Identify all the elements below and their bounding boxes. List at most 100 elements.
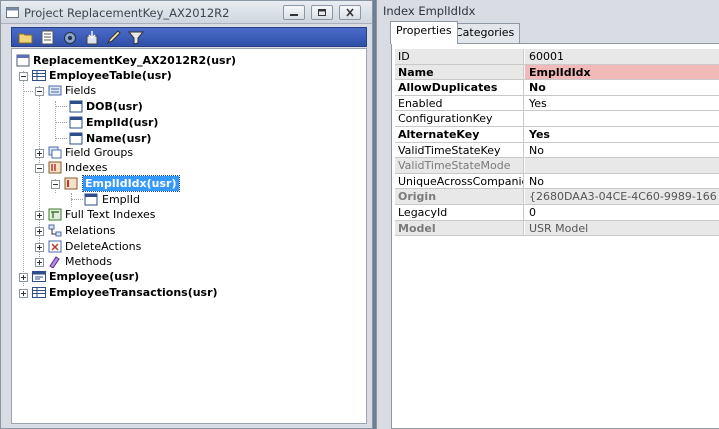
property-name: Model — [395, 220, 524, 236]
tree-node-methods[interactable]: Methods — [48, 254, 168, 269]
property-row-id[interactable]: ID 60001 — [395, 49, 719, 65]
tree-node-employee-table[interactable]: EmployeeTable(usr) — [32, 68, 232, 83]
expand-toggle[interactable] — [35, 149, 44, 158]
property-name: AlternateKey — [395, 126, 524, 142]
property-row-model[interactable]: Model USR Model — [395, 220, 719, 237]
collapse-toggle[interactable] — [19, 72, 28, 81]
property-value — [525, 158, 719, 173]
tree-label-field-groups: Field Groups — [65, 146, 134, 159]
tree-line — [71, 199, 83, 200]
index-icon — [64, 177, 78, 190]
property-value[interactable] — [525, 111, 719, 126]
close-button[interactable] — [339, 5, 361, 20]
property-value[interactable]: Yes — [525, 127, 719, 142]
indexes-icon — [48, 161, 62, 174]
tree-line — [55, 122, 67, 123]
project-window-title: Project ReplacementKey_AX2012R2 — [24, 6, 230, 20]
property-row-validtimestatemode[interactable]: ValidTimeStateMode — [395, 158, 719, 174]
property-name: Enabled — [395, 95, 524, 111]
tree-line — [55, 138, 67, 139]
tree-label-index-emplidx: EmplIdIdx(usr) — [82, 175, 180, 192]
tab-properties[interactable]: Properties — [390, 21, 458, 44]
tree-line — [55, 106, 67, 107]
tree-node-field-dob[interactable]: DOB(usr) — [69, 99, 189, 114]
tree-label-relations: Relations — [65, 224, 116, 237]
properties-icon[interactable] — [40, 30, 56, 45]
index-field-icon — [84, 193, 98, 206]
project-window: Project ReplacementKey_AX2012R2 Replacem… — [0, 0, 373, 429]
tree-label-employee-table: EmployeeTable(usr) — [49, 69, 172, 82]
tree-line — [55, 101, 56, 141]
property-name: AllowDuplicates — [395, 80, 524, 95]
property-sheet: ID 60001 Name EmplIdIdx AllowDuplicates … — [391, 43, 719, 429]
tree-node-project[interactable]: ReplacementKey_AX2012R2(usr) — [16, 53, 236, 68]
open-folder-icon[interactable] — [18, 30, 34, 45]
expand-toggle[interactable] — [19, 289, 28, 298]
property-grid: ID 60001 Name EmplIdIdx AllowDuplicates … — [395, 49, 719, 237]
import-icon[interactable] — [84, 30, 100, 45]
tree-node-fields[interactable]: Fields — [48, 83, 168, 98]
tree-line — [71, 193, 72, 207]
tree-label-index-field-emplid: EmplId — [102, 193, 140, 206]
project-title-bar[interactable]: Project ReplacementKey_AX2012R2 — [1, 1, 372, 24]
date-field-icon — [69, 100, 83, 113]
tree-node-delete-actions[interactable]: DeleteActions — [48, 239, 168, 254]
tree-label-full-text-indexes: Full Text Indexes — [65, 208, 156, 221]
property-value[interactable]: No — [525, 80, 719, 95]
property-value[interactable]: EmplIdIdx — [525, 64, 719, 80]
property-row-legacyid[interactable]: LegacyId 0 — [395, 204, 719, 221]
property-row-allowduplicates[interactable]: AllowDuplicates No — [395, 80, 719, 96]
property-value[interactable]: Yes — [525, 96, 719, 111]
property-row-origin[interactable]: Origin {2680DAA3-04CE-4C60-9989-166 — [395, 189, 719, 205]
tree-node-relations[interactable]: Relations — [48, 223, 168, 238]
maximize-icon — [318, 9, 326, 16]
compile-icon[interactable] — [62, 30, 78, 45]
tab-categories[interactable]: Categories — [449, 23, 521, 43]
properties-window-title: Index EmplIdIdx — [383, 4, 476, 18]
property-value[interactable]: No — [525, 174, 719, 189]
expand-toggle[interactable] — [35, 211, 44, 220]
property-row-validtimestatekey[interactable]: ValidTimeStateKey No — [395, 142, 719, 159]
tree-node-field-emplid[interactable]: EmplId(usr) — [69, 115, 189, 130]
tree-node-indexes[interactable]: Indexes — [48, 160, 168, 175]
edit-icon[interactable] — [106, 30, 122, 45]
property-value[interactable]: No — [525, 143, 719, 158]
property-row-uniqueacrosscompanies[interactable]: UniqueAcrossCompanies No — [395, 173, 719, 190]
property-row-configurationkey[interactable]: ConfigurationKey — [395, 111, 719, 127]
project-toolbar — [11, 27, 367, 47]
relations-icon — [48, 224, 62, 237]
expand-toggle[interactable] — [19, 273, 28, 282]
maximize-button[interactable] — [311, 5, 333, 20]
property-row-enabled[interactable]: Enabled Yes — [395, 95, 719, 112]
property-row-name[interactable]: Name EmplIdIdx — [395, 64, 719, 81]
tree-node-field-groups[interactable]: Field Groups — [48, 145, 168, 160]
tree-label-delete-actions: DeleteActions — [65, 240, 142, 253]
collapse-toggle[interactable] — [35, 87, 44, 96]
tree-line — [23, 91, 33, 92]
string-field-icon — [69, 116, 83, 129]
property-name: ValidTimeStateMode — [395, 158, 524, 173]
tree-node-full-text-indexes[interactable]: Full Text Indexes — [48, 207, 188, 222]
property-value: {2680DAA3-04CE-4C60-9989-166 — [525, 189, 719, 204]
expand-toggle[interactable] — [35, 258, 44, 267]
minimize-button[interactable] — [283, 5, 305, 20]
expand-toggle[interactable] — [35, 243, 44, 252]
property-row-alternatekey[interactable]: AlternateKey Yes — [395, 126, 719, 143]
expand-toggle[interactable] — [35, 227, 44, 236]
property-name: Name — [395, 64, 524, 80]
collapse-toggle[interactable] — [51, 180, 60, 189]
tree-node-index-field-emplid[interactable]: EmplId — [84, 192, 184, 207]
tree-label-indexes: Indexes — [65, 161, 108, 174]
minimize-icon — [290, 14, 298, 16]
tree-node-index-emplidx[interactable]: EmplIdIdx(usr) — [64, 175, 194, 192]
tree-node-employee-transactions[interactable]: EmployeeTransactions(usr) — [32, 285, 252, 300]
tree-node-field-name[interactable]: Name(usr) — [69, 131, 189, 146]
tree-label-project: ReplacementKey_AX2012R2(usr) — [33, 54, 237, 67]
table-icon — [32, 70, 46, 81]
filter-icon[interactable] — [128, 30, 144, 45]
property-value[interactable]: 0 — [525, 205, 719, 220]
collapse-toggle[interactable] — [35, 164, 44, 173]
property-name: ValidTimeStateKey — [395, 142, 524, 158]
field-groups-icon — [48, 146, 62, 159]
tree-node-employee[interactable]: Employee(usr) — [32, 269, 172, 284]
